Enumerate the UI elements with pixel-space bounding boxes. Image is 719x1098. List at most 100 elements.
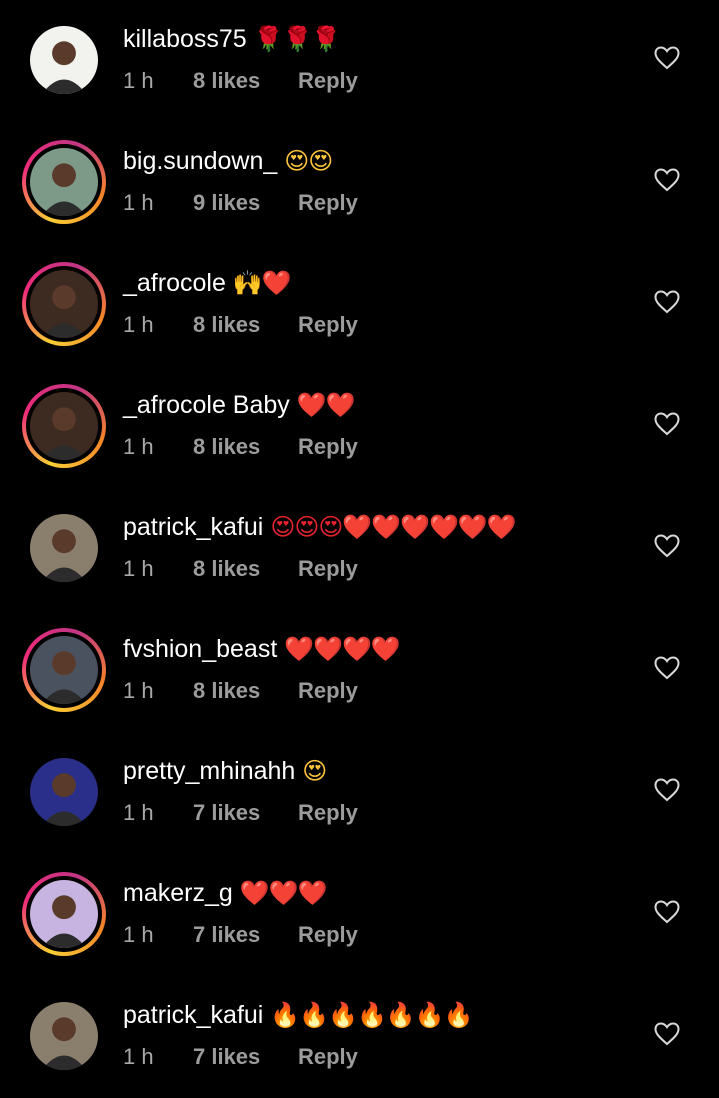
reply-button[interactable]: Reply: [298, 678, 358, 704]
profile-photo: [30, 26, 98, 94]
avatar-image: [30, 758, 98, 826]
heart-outline-icon[interactable]: [654, 412, 680, 436]
comment-username[interactable]: _afrocole: [123, 269, 226, 297]
reply-button[interactable]: Reply: [298, 922, 358, 948]
comment-username[interactable]: fvshion_beast: [123, 635, 277, 663]
comment-row: patrick_kafui 😍😍😍❤️❤️❤️❤️❤️❤️ 1 h 8 likes…: [0, 488, 719, 610]
comment-meta: 1 h 8 likes Reply: [123, 556, 358, 582]
comment-row: _afrocole 🙌❤️ 1 h 8 likes Reply: [0, 244, 719, 366]
comment-body: Baby: [225, 391, 290, 419]
profile-photo: [30, 880, 98, 948]
comment-meta: 1 h 7 likes Reply: [123, 922, 358, 948]
avatar[interactable]: [22, 750, 106, 834]
comment-row: big.sundown_ 😍😍 1 h 9 likes Reply: [0, 122, 719, 244]
comment-emoji: 😍: [302, 757, 327, 785]
heart-outline-icon[interactable]: [654, 1022, 680, 1046]
profile-photo: [30, 1002, 98, 1070]
comment-likes-count[interactable]: 7 likes: [193, 922, 298, 948]
comment-username[interactable]: makerz_g: [123, 879, 233, 907]
comment-text: fvshion_beast ❤️❤️❤️❤️: [123, 634, 401, 664]
comment-list: killaboss75 🌹🌹🌹 1 h8 likes Reply big.sun…: [0, 0, 719, 1087]
avatar-image: [30, 636, 98, 704]
comment-text: big.sundown_ 😍😍: [123, 146, 333, 176]
profile-photo: [30, 758, 98, 826]
comment-username[interactable]: killaboss75: [123, 25, 247, 53]
comment-likes-count[interactable]: 8 likes: [193, 68, 298, 94]
reply-button[interactable]: Reply: [298, 190, 358, 216]
avatar[interactable]: [22, 872, 106, 956]
avatar[interactable]: [22, 262, 106, 346]
heart-outline-icon[interactable]: [654, 778, 680, 802]
reply-button[interactable]: Reply: [298, 434, 358, 460]
avatar-image: [30, 1002, 98, 1070]
comment-row: makerz_g ❤️❤️❤️ 1 h 7 likes Reply: [0, 854, 719, 976]
comment-likes-count[interactable]: 8 likes: [193, 434, 298, 460]
avatar[interactable]: [22, 628, 106, 712]
comment-time: 1 h: [123, 1044, 154, 1069]
heart-outline-icon[interactable]: [654, 534, 680, 558]
comment-likes-count[interactable]: 9 likes: [193, 190, 298, 216]
comment-text: _afrocole Baby ❤️❤️: [123, 390, 356, 420]
comment-text: killaboss75 🌹🌹🌹: [123, 24, 342, 54]
heart-outline-icon-glyph: [654, 778, 680, 802]
comment-likes-count[interactable]: 8 likes: [193, 556, 298, 582]
comment-time: 1 h: [123, 434, 154, 459]
avatar[interactable]: [22, 384, 106, 468]
comment-username[interactable]: patrick_kafui: [123, 1001, 263, 1029]
comment-meta: 1 h 9 likes Reply: [123, 190, 358, 216]
heart-outline-icon[interactable]: [654, 900, 680, 924]
reply-button[interactable]: Reply: [298, 312, 358, 338]
comment-likes-count[interactable]: 7 likes: [193, 800, 298, 826]
heart-outline-icon-glyph: [654, 412, 680, 436]
comment-likes-count[interactable]: 7 likes: [193, 1044, 298, 1070]
comment-time: 1 h: [123, 922, 154, 947]
avatar-image: [30, 880, 98, 948]
avatar[interactable]: [22, 506, 106, 590]
comment-time: 1 h: [123, 190, 154, 215]
comment-emoji: 😍😍😍❤️❤️❤️❤️❤️❤️: [270, 513, 516, 541]
reply-button[interactable]: Reply: [298, 1044, 358, 1070]
comment-time: 1 h: [123, 556, 154, 581]
comment-time: 1 h: [123, 312, 154, 337]
comment-row: killaboss75 🌹🌹🌹 1 h 8 likes Reply: [0, 0, 719, 122]
avatar-image: [30, 148, 98, 216]
comment-text: pretty_mhinahh 😍: [123, 756, 327, 786]
comment-username[interactable]: pretty_mhinahh: [123, 757, 295, 785]
reply-button[interactable]: Reply: [298, 68, 358, 94]
profile-photo: [30, 270, 98, 338]
comment-meta: 1 h 7 likes Reply: [123, 800, 358, 826]
profile-photo: [30, 148, 98, 216]
heart-outline-icon-glyph: [654, 290, 680, 314]
comment-row: patrick_kafui 🔥🔥🔥🔥🔥🔥🔥 1 h 7 likes Reply: [0, 976, 719, 1098]
comment-likes-count[interactable]: 8 likes: [193, 678, 298, 704]
comment-username[interactable]: big.sundown_: [123, 147, 277, 175]
avatar[interactable]: [22, 18, 106, 102]
comment-text: patrick_kafui 🔥🔥🔥🔥🔥🔥🔥: [123, 1000, 474, 1030]
avatar[interactable]: [22, 140, 106, 224]
comment-likes-count[interactable]: 8 likes: [193, 312, 298, 338]
heart-outline-icon[interactable]: [654, 46, 680, 70]
avatar-image: [30, 26, 98, 94]
comment-meta: 1 h 8 likes Reply: [123, 434, 358, 460]
comment-emoji: 🌹🌹🌹: [253, 25, 342, 53]
comment-username[interactable]: _afrocole: [123, 391, 226, 419]
heart-outline-icon-glyph: [654, 900, 680, 924]
comment-emoji: 😍😍: [284, 147, 333, 175]
reply-button[interactable]: Reply: [298, 556, 358, 582]
heart-outline-icon-glyph: [654, 534, 680, 558]
comment-emoji: ❤️❤️: [296, 391, 356, 419]
avatar-image: [30, 270, 98, 338]
reply-button[interactable]: Reply: [298, 800, 358, 826]
avatar[interactable]: [22, 994, 106, 1078]
comment-meta: 1 h 8 likes Reply: [123, 68, 358, 94]
heart-outline-icon-glyph: [654, 1022, 680, 1046]
profile-photo: [30, 392, 98, 460]
heart-outline-icon[interactable]: [654, 656, 680, 680]
comment-username[interactable]: patrick_kafui: [123, 513, 263, 541]
heart-outline-icon[interactable]: [654, 290, 680, 314]
comment-time: 1 h: [123, 800, 154, 825]
heart-outline-icon-glyph: [654, 656, 680, 680]
avatar-image: [30, 392, 98, 460]
heart-outline-icon[interactable]: [654, 168, 680, 192]
comment-emoji: ❤️❤️❤️: [239, 879, 328, 907]
